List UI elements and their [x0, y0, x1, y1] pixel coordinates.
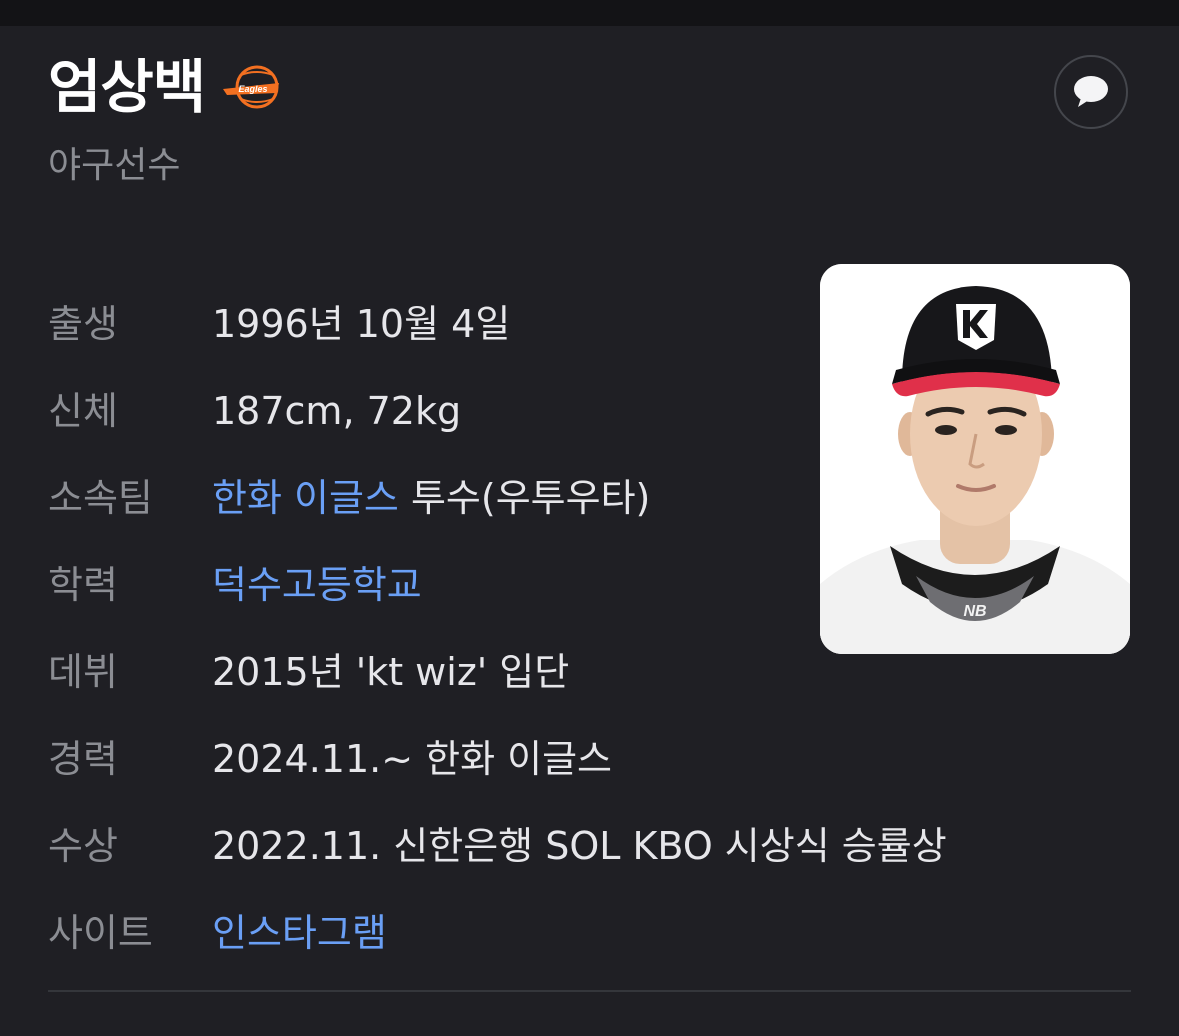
info-row-education: 학력 덕수고등학교 [48, 555, 422, 615]
player-photo[interactable]: NB [820, 264, 1130, 654]
education-link[interactable]: 덕수고등학교 [212, 566, 422, 604]
award-label: 수상 [48, 824, 118, 868]
player-portrait-image: NB [820, 264, 1130, 654]
career-value: 2024.11.~ 한화 이글스 [212, 737, 613, 781]
occupation-subtitle: 야구선수 [48, 145, 181, 186]
info-row-team: 소속팀 한화 이글스 투수(우투우타) [48, 468, 650, 528]
education-label: 학력 [48, 563, 118, 607]
birth-value: 1996년 10월 4일 [212, 302, 511, 346]
player-name[interactable]: 엄상백 [48, 58, 206, 116]
debut-label: 데뷔 [48, 650, 118, 694]
svg-text:NB: NB [963, 603, 986, 620]
name-row: 엄상백 Eagles [48, 58, 289, 116]
info-row-birth: 출생 1996년 10월 4일 [48, 294, 510, 354]
instagram-link[interactable]: 인스타그램 [212, 914, 387, 952]
info-row-award: 수상 2022.11. 신한은행 SOL KBO 시상식 승률상 [48, 816, 947, 876]
team-logo-text: Eagles [239, 84, 268, 94]
bottom-divider [48, 990, 1131, 992]
site-label: 사이트 [48, 911, 153, 955]
top-bar [0, 0, 1179, 26]
info-row-debut: 데뷔 2015년 'kt wiz' 입단 [48, 642, 569, 702]
speech-bubble-icon [1074, 76, 1108, 107]
award-value: 2022.11. 신한은행 SOL KBO 시상식 승률상 [212, 824, 947, 868]
birth-label: 출생 [48, 302, 118, 346]
team-link[interactable]: 한화 이글스 [212, 476, 399, 520]
team-value: 한화 이글스 투수(우투우타) [212, 479, 650, 517]
body-label: 신체 [48, 389, 118, 433]
comment-button[interactable] [1054, 55, 1128, 129]
career-label: 경력 [48, 737, 118, 781]
body-value: 187cm, 72kg [212, 389, 462, 433]
team-label: 소속팀 [48, 476, 153, 520]
info-row-career: 경력 2024.11.~ 한화 이글스 [48, 729, 612, 789]
debut-value: 2015년 'kt wiz' 입단 [212, 650, 570, 694]
position-text: 투수(우투우타) [398, 476, 651, 520]
info-row-site: 사이트 인스타그램 [48, 903, 387, 963]
eagles-logo-icon[interactable]: Eagles [219, 65, 289, 109]
info-row-body: 신체 187cm, 72kg [48, 381, 461, 441]
